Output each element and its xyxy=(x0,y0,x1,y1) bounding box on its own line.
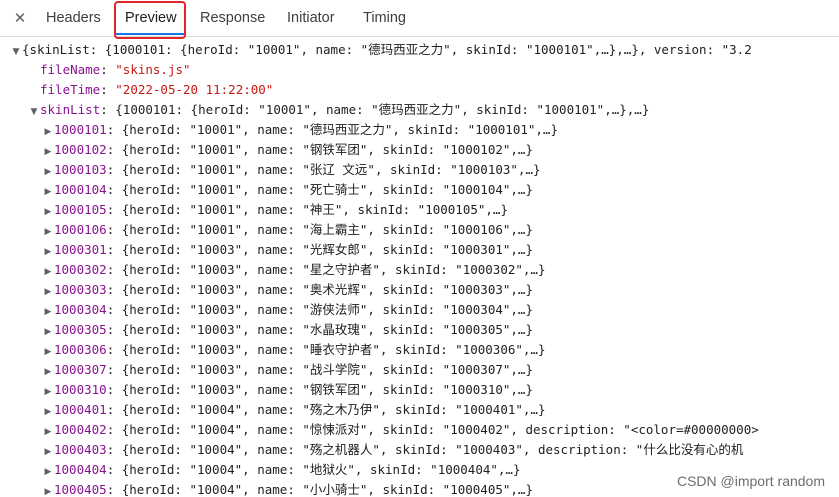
skin-entry-key: 1000105 xyxy=(54,202,107,217)
skin-entry-row[interactable]: ▶ 1000105: {heroId: "10001", name: "神王", … xyxy=(42,200,508,220)
skin-entry-row[interactable]: ▶ 1000404: {heroId: "10004", name: "地狱火",… xyxy=(42,460,521,482)
skin-entry-preview: {heroId: "10001", name: "钢铁军团", skinId: … xyxy=(121,142,533,157)
skin-entry-key: 1000307 xyxy=(54,362,107,377)
skin-entry-preview: {heroId: "10003", name: "战斗学院", skinId: … xyxy=(121,362,533,377)
tab-initiator[interactable]: Initiator xyxy=(277,0,345,36)
red-highlight-box xyxy=(114,1,186,39)
file-time-key: fileTime xyxy=(40,82,101,97)
skin-entry-preview: {heroId: "10001", name: "张辽 文远", skinId:… xyxy=(121,162,541,177)
skin-entry-row[interactable]: ▶ 1000310: {heroId: "10003", name: "钢铁军团"… xyxy=(42,380,533,400)
skin-entry-key: 1000303 xyxy=(54,282,107,297)
file-name-key: fileName xyxy=(40,62,101,77)
collapsed-triangle-icon[interactable]: ▶ xyxy=(42,202,54,222)
skin-entry-row[interactable]: ▶ 1000405: {heroId: "10004", name: "小小骑士"… xyxy=(42,480,533,497)
skin-entry-row[interactable]: ▶ 1000307: {heroId: "10003", name: "战斗学院"… xyxy=(42,360,533,380)
skin-entry-key: 1000310 xyxy=(54,382,107,397)
collapsed-triangle-icon[interactable]: ▶ xyxy=(42,122,54,142)
skin-entry-key: 1000405 xyxy=(54,482,107,497)
skin-entry-preview: {heroId: "10003", name: "钢铁军团", skinId: … xyxy=(121,382,533,397)
json-preview-tree: ▼ {skinList: {1000101: {heroId: "10001", … xyxy=(0,38,839,497)
tab-headers[interactable]: Headers xyxy=(36,0,111,36)
skin-entry-row[interactable]: ▶ 1000402: {heroId: "10004", name: "惊悚派对"… xyxy=(42,420,759,440)
collapsed-triangle-icon[interactable]: ▶ xyxy=(42,182,54,202)
skin-entry-key: 1000302 xyxy=(54,262,107,277)
skin-entry-key: 1000304 xyxy=(54,302,107,317)
close-icon[interactable]: ✕ xyxy=(9,6,31,30)
collapsed-triangle-icon[interactable]: ▶ xyxy=(42,322,54,342)
skin-entry-key: 1000305 xyxy=(54,322,107,337)
collapsed-triangle-icon[interactable]: ▶ xyxy=(42,342,54,362)
skin-entry-row[interactable]: ▶ 1000401: {heroId: "10004", name: "殇之木乃伊… xyxy=(42,400,546,422)
collapsed-triangle-icon[interactable]: ▶ xyxy=(42,302,54,322)
collapsed-triangle-icon[interactable]: ▶ xyxy=(42,482,54,497)
tree-root-row[interactable]: ▼ {skinList: {1000101: {heroId: "10001", … xyxy=(10,40,752,60)
tab-timing[interactable]: Timing xyxy=(353,0,416,36)
collapsed-triangle-icon[interactable]: ▶ xyxy=(42,222,54,242)
skin-entry-row[interactable]: ▶ 1000103: {heroId: "10001", name: "张辽 文远… xyxy=(42,160,541,180)
skin-entry-key: 1000402 xyxy=(54,422,107,437)
skin-list-key: skinList xyxy=(40,102,101,117)
file-time-row: fileTime: "2022-05-20 11:22:00" xyxy=(40,82,274,97)
skin-entry-row[interactable]: ▶ 1000306: {heroId: "10003", name: "睡衣守护者… xyxy=(42,340,546,362)
skin-entry-row[interactable]: ▶ 1000101: {heroId: "10001", name: "德玛西亚之… xyxy=(42,120,558,140)
skin-entry-preview: {heroId: "10001", name: "神王", skinId: "1… xyxy=(121,202,508,217)
collapsed-triangle-icon[interactable]: ▶ xyxy=(42,462,54,482)
skin-entry-key: 1000301 xyxy=(54,242,107,257)
skin-entry-preview: {heroId: "10004", name: "殇之机器人", skinId:… xyxy=(121,442,744,457)
skin-entry-preview: {heroId: "10003", name: "游侠法师", skinId: … xyxy=(121,302,533,317)
collapsed-triangle-icon[interactable]: ▶ xyxy=(42,262,54,282)
skin-entry-key: 1000102 xyxy=(54,142,107,157)
expanded-triangle-icon[interactable]: ▼ xyxy=(28,102,40,122)
skin-list-preview: {1000101: {heroId: "10001", name: "德玛西亚之… xyxy=(115,102,650,117)
collapsed-triangle-icon[interactable]: ▶ xyxy=(42,142,54,162)
skin-entry-key: 1000103 xyxy=(54,162,107,177)
skin-entry-row[interactable]: ▶ 1000303: {heroId: "10003", name: "奥术光辉"… xyxy=(42,280,533,300)
skin-entry-key: 1000401 xyxy=(54,402,107,417)
skin-entry-row[interactable]: ▶ 1000403: {heroId: "10004", name: "殇之机器人… xyxy=(42,440,744,462)
collapsed-triangle-icon[interactable]: ▶ xyxy=(42,162,54,182)
skin-entry-row[interactable]: ▶ 1000304: {heroId: "10003", name: "游侠法师"… xyxy=(42,300,533,320)
skin-entry-row[interactable]: ▶ 1000305: {heroId: "10003", name: "水晶玫瑰"… xyxy=(42,320,533,340)
collapsed-triangle-icon[interactable]: ▶ xyxy=(42,362,54,382)
skin-entry-preview: {heroId: "10001", name: "死亡骑士", skinId: … xyxy=(121,182,533,197)
skin-entry-key: 1000306 xyxy=(54,342,107,357)
skin-entry-row[interactable]: ▶ 1000106: {heroId: "10001", name: "海上霸主"… xyxy=(42,220,533,240)
root-preview: {skinList: {1000101: {heroId: "10001", n… xyxy=(22,42,752,57)
skin-entry-preview: {heroId: "10004", name: "惊悚派对", skinId: … xyxy=(121,422,759,437)
collapsed-triangle-icon[interactable]: ▶ xyxy=(42,442,54,462)
skin-entry-preview: {heroId: "10004", name: "殇之木乃伊", skinId:… xyxy=(121,402,546,417)
skin-entry-preview: {heroId: "10004", name: "小小骑士", skinId: … xyxy=(121,482,533,497)
skin-entry-key: 1000106 xyxy=(54,222,107,237)
skin-entry-key: 1000104 xyxy=(54,182,107,197)
collapsed-triangle-icon[interactable]: ▶ xyxy=(42,422,54,442)
file-time-value: "2022-05-20 11:22:00" xyxy=(115,82,274,97)
skin-entry-key: 1000101 xyxy=(54,122,107,137)
collapsed-triangle-icon[interactable]: ▶ xyxy=(42,382,54,402)
skin-entry-preview: {heroId: "10003", name: "奥术光辉", skinId: … xyxy=(121,282,533,297)
collapsed-triangle-icon[interactable]: ▶ xyxy=(42,282,54,302)
tab-response[interactable]: Response xyxy=(190,0,275,36)
file-name-value: "skins.js" xyxy=(115,62,191,77)
skin-entry-preview: {heroId: "10003", name: "水晶玫瑰", skinId: … xyxy=(121,322,533,337)
skin-entry-preview: {heroId: "10003", name: "睡衣守护者", skinId:… xyxy=(121,342,546,357)
skin-entry-preview: {heroId: "10003", name: "星之守护者", skinId:… xyxy=(121,262,546,277)
file-name-row: fileName: "skins.js" xyxy=(40,62,191,77)
skin-entry-preview: {heroId: "10001", name: "德玛西亚之力", skinId… xyxy=(121,122,558,137)
skin-entry-row[interactable]: ▶ 1000301: {heroId: "10003", name: "光辉女郎"… xyxy=(42,240,533,260)
collapsed-triangle-icon[interactable]: ▶ xyxy=(42,402,54,422)
expanded-triangle-icon[interactable]: ▼ xyxy=(10,42,22,62)
collapsed-triangle-icon[interactable]: ▶ xyxy=(42,242,54,262)
skin-entry-preview: {heroId: "10004", name: "地狱火", skinId: "… xyxy=(121,462,521,477)
devtools-tab-bar: ✕ Headers Preview Response Initiator Tim… xyxy=(0,0,839,39)
skin-entry-row[interactable]: ▶ 1000102: {heroId: "10001", name: "钢铁军团"… xyxy=(42,140,533,160)
csdn-watermark: CSDN @import random xyxy=(672,473,829,489)
skin-entry-key: 1000403 xyxy=(54,442,107,457)
skin-entry-key: 1000404 xyxy=(54,462,107,477)
skin-entry-row[interactable]: ▶ 1000104: {heroId: "10001", name: "死亡骑士"… xyxy=(42,180,533,200)
skin-list-row[interactable]: ▼ skinList: {1000101: {heroId: "10001", n… xyxy=(28,100,650,122)
skin-entry-row[interactable]: ▶ 1000302: {heroId: "10003", name: "星之守护者… xyxy=(42,260,546,282)
skin-entry-preview: {heroId: "10003", name: "光辉女郎", skinId: … xyxy=(121,242,533,257)
skin-entry-preview: {heroId: "10001", name: "海上霸主", skinId: … xyxy=(121,222,533,237)
